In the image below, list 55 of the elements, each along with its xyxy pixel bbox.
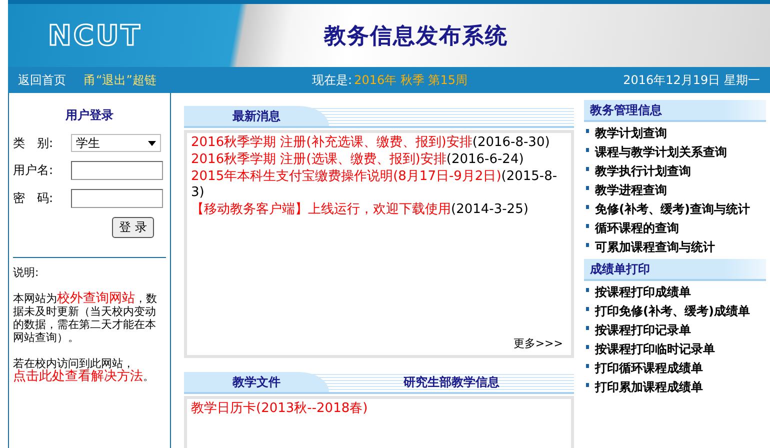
home-link[interactable]: 返回首页 xyxy=(18,72,66,88)
username-field[interactable] xyxy=(71,161,163,180)
offsite-link[interactable]: 校外查询网站 xyxy=(57,291,135,306)
bullet-icon xyxy=(586,326,589,330)
news-link[interactable]: 2016秋季学期 注册(选课、缴费、报到)安排(2016-6-24) xyxy=(191,152,567,168)
ncut-logo: NCUT xyxy=(47,19,143,52)
section-header: 成绩单打印 xyxy=(584,259,766,281)
bullet-icon xyxy=(586,129,589,133)
menu-link[interactable]: 教学进程查询 xyxy=(584,183,766,197)
more-link[interactable]: 更多>>> xyxy=(513,336,563,351)
news-link[interactable]: 【移动教务客户端】上线运行，欢迎下载使用(2014-3-25) xyxy=(191,202,567,218)
notice-text: 若在校内访问到此网站， 点击此处查看解决方法。 xyxy=(13,357,155,383)
current-date: 2016年12月19日 星期一 xyxy=(623,72,760,88)
scrolling-notice: 甬“退出”超链 xyxy=(84,72,156,88)
notice-text: 本网站为校外查询网站，数据未及时更新（当天校内变动的数据，需在第二天才能在本网站查询）。 xyxy=(13,292,158,344)
bullet-icon xyxy=(586,243,589,247)
bullet-icon xyxy=(586,383,589,387)
type-select[interactable]: 学生 xyxy=(71,134,161,152)
menu-link[interactable]: 打印免修(补考、缓考)成绩单 xyxy=(584,304,766,318)
bullet-icon xyxy=(586,224,589,228)
bullet-icon xyxy=(586,167,589,171)
notice-title: 说明: xyxy=(13,266,40,279)
solution-link[interactable]: 点击此处查看解决方法 xyxy=(13,369,143,384)
menu-link[interactable]: 免修(补考、缓考)查询与统计 xyxy=(584,202,766,216)
menu-link[interactable]: 按课程打印成绩单 xyxy=(584,285,766,299)
type-label: 类 别: xyxy=(13,134,54,152)
menu-link[interactable]: 课程与教学计划关系查询 xyxy=(584,145,766,159)
bullet-icon xyxy=(586,205,589,209)
menu-link[interactable]: 教学计划查询 xyxy=(584,126,766,140)
section-header: 教务管理信息 xyxy=(584,100,766,122)
password-label: 密 码: xyxy=(13,190,54,207)
menu-link[interactable]: 循环课程的查询 xyxy=(584,221,766,235)
username-label: 用户名: xyxy=(13,162,54,179)
section-tab[interactable]: 教学文件 xyxy=(184,372,329,392)
bullet-icon xyxy=(586,288,589,292)
bullet-icon xyxy=(586,307,589,311)
menu-link[interactable]: 打印循环课程成绩单 xyxy=(584,361,766,375)
login-button[interactable]: 登 录 xyxy=(112,217,154,238)
menu-link[interactable]: 可累加课程查询与统计 xyxy=(584,240,766,254)
bullet-icon xyxy=(586,364,589,368)
current-term: 现在是: 2016年 秋季 第15周 xyxy=(312,72,468,88)
dropdown-icon xyxy=(148,140,156,146)
menu-link[interactable]: 打印累加课程成绩单 xyxy=(584,380,766,394)
menu-link[interactable]: 按课程打印记录单 xyxy=(584,323,766,337)
news-link[interactable]: 2015年本科生支付宝缴费操作说明(8月17日-9月2日)(2015-8-3) xyxy=(191,169,567,201)
bullet-icon xyxy=(586,186,589,190)
news-link[interactable]: 2016秋季学期 注册(补充选课、缴费、报到)安排(2016-8-30) xyxy=(191,135,567,151)
site-title: 教务信息发布系统 xyxy=(324,22,508,50)
bullet-icon xyxy=(586,148,589,152)
menu-link[interactable]: 教学执行计划查询 xyxy=(584,164,766,178)
login-title: 用户登录 xyxy=(64,107,114,124)
section-tab[interactable]: 研究生部教学信息 xyxy=(329,372,574,392)
menu-link[interactable]: 按课程打印临时记录单 xyxy=(584,342,766,356)
password-field[interactable] xyxy=(71,189,163,208)
bullet-icon xyxy=(586,345,589,349)
